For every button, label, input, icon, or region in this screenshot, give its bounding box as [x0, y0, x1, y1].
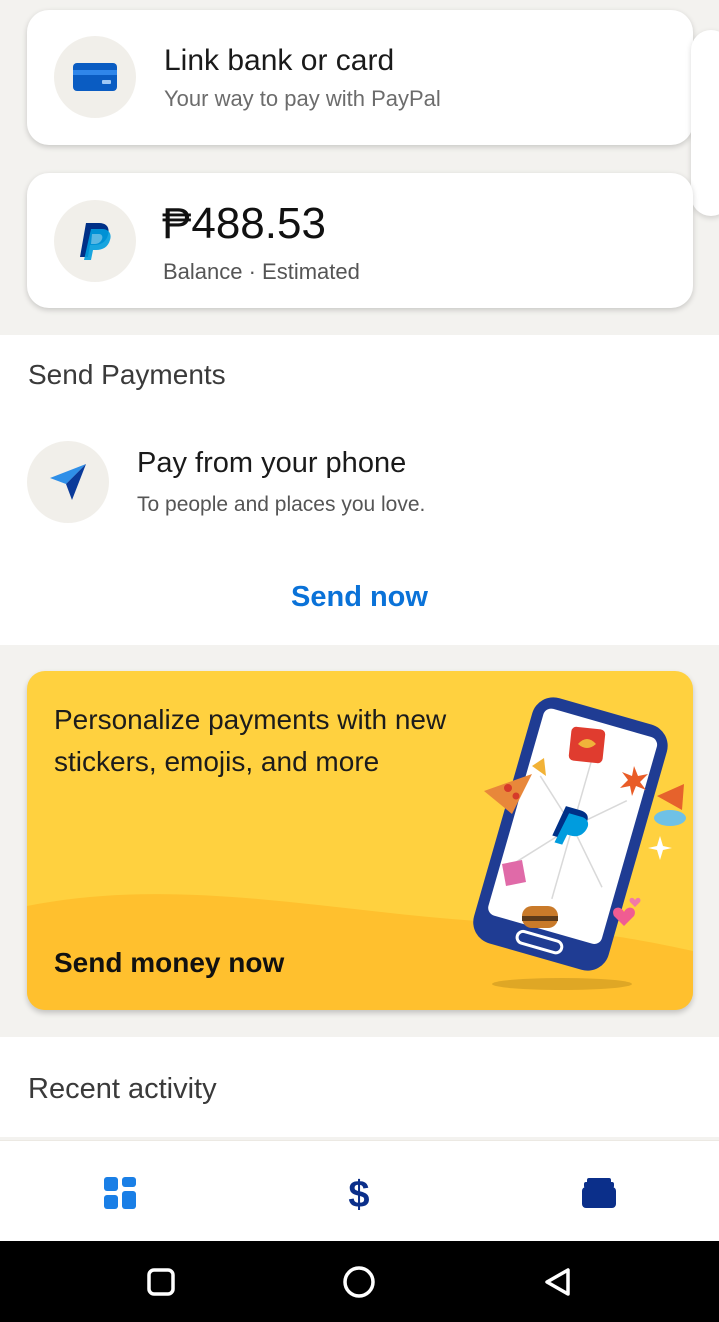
bottom-tab-bar: $ [0, 1140, 719, 1241]
section-title-recent-activity: Recent activity [28, 1073, 217, 1105]
paypal-logo-icon [54, 200, 136, 282]
wallet-icon[interactable] [577, 1171, 621, 1215]
home-circle-icon[interactable] [342, 1265, 376, 1299]
pay-from-phone-subtitle: To people and places you love. [137, 493, 426, 516]
promo-text: Personalize payments with new stickers, … [54, 704, 447, 777]
link-bank-subtitle: Your way to pay with PayPal [164, 86, 441, 111]
promo-banner[interactable]: Personalize payments with new stickers, … [27, 671, 693, 1010]
send-now-button[interactable]: Send now [0, 581, 719, 614]
section-title-send-payments: Send Payments [28, 359, 226, 390]
next-card-peek[interactable] [691, 30, 719, 216]
recent-activity-section: Recent activity [0, 1037, 719, 1137]
credit-card-icon [54, 36, 136, 118]
balance-card[interactable]: ₱488.53 Balance · Estimated [27, 173, 693, 308]
recents-square-icon[interactable] [144, 1265, 178, 1299]
send-arrow-icon [27, 441, 109, 523]
pay-from-phone-title[interactable]: Pay from your phone [137, 447, 406, 480]
link-bank-title: Link bank or card [164, 44, 395, 77]
send-money-now-button[interactable]: Send money now [54, 947, 284, 979]
dollar-icon[interactable]: $ [337, 1171, 381, 1215]
link-bank-card[interactable]: Link bank or card Your way to pay with P… [27, 10, 693, 145]
phone-stickers-illustration [473, 697, 686, 990]
back-triangle-icon[interactable] [541, 1265, 575, 1299]
send-payments-section: Send Payments Pay from your phone To peo… [0, 335, 719, 645]
system-navigation-bar [0, 1241, 719, 1322]
home-grid-icon[interactable] [98, 1171, 142, 1215]
balance-amount: ₱488.53 [162, 199, 326, 248]
svg-text:$: $ [348, 1174, 369, 1213]
balance-subtitle: Balance · Estimated [163, 259, 360, 284]
